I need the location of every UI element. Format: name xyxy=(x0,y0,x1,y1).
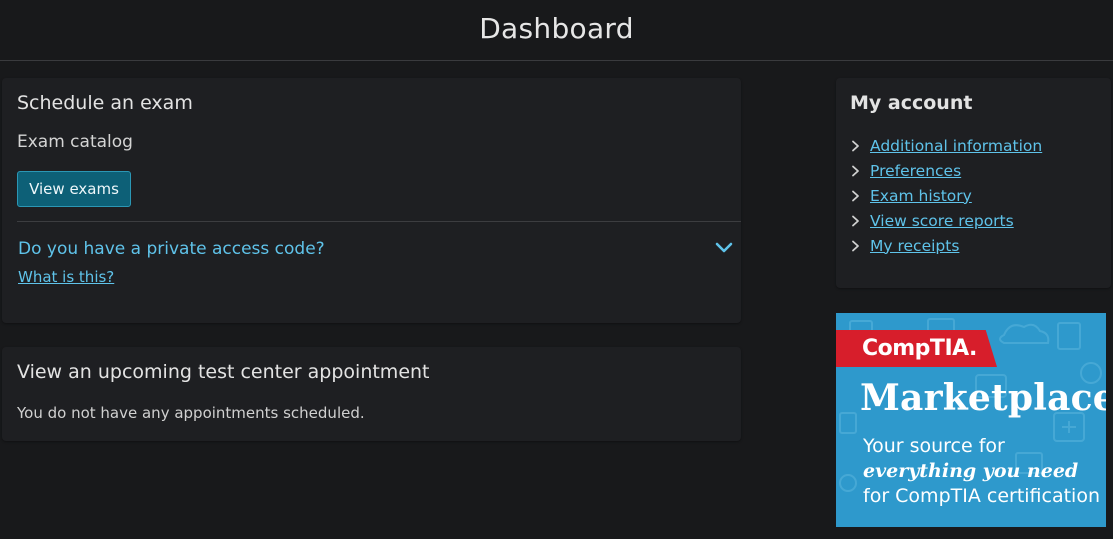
page-title: Dashboard xyxy=(479,11,634,45)
exam-catalog-label: Exam catalog xyxy=(17,132,133,152)
chevron-right-icon xyxy=(852,190,859,201)
chevron-right-icon xyxy=(852,140,859,151)
no-appointments-text: You do not have any appointments schedul… xyxy=(17,404,365,422)
list-item: My receipts xyxy=(850,233,1042,258)
what-is-this-link[interactable]: What is this? xyxy=(18,268,114,286)
schedule-exam-title: Schedule an exam xyxy=(17,92,193,114)
view-score-reports-link[interactable]: View score reports xyxy=(870,212,1014,230)
list-item: Preferences xyxy=(850,158,1042,183)
chevron-right-icon xyxy=(852,240,859,251)
additional-information-link[interactable]: Additional information xyxy=(870,137,1042,155)
list-item: Additional information xyxy=(850,133,1042,158)
private-access-code-toggle[interactable]: Do you have a private access code? xyxy=(18,239,733,265)
ad-tagline-line1: Your source for xyxy=(863,435,1005,457)
schedule-exam-panel: Schedule an exam Exam catalog View exams… xyxy=(2,78,741,323)
comptia-marketplace-ad[interactable]: CompTIA. Marketplace Your source for eve… xyxy=(836,313,1106,527)
ad-title: Marketplace xyxy=(860,377,1106,419)
view-exams-button[interactable]: View exams xyxy=(17,171,131,207)
my-account-panel: My account Additional information Prefer… xyxy=(836,78,1111,288)
upcoming-appointment-panel: View an upcoming test center appointment… xyxy=(2,347,741,441)
private-access-code-question: Do you have a private access code? xyxy=(18,239,325,259)
comptia-logo: CompTIA. xyxy=(836,330,997,367)
list-item: Exam history xyxy=(850,183,1042,208)
chevron-right-icon xyxy=(852,165,859,176)
upcoming-appointment-title: View an upcoming test center appointment xyxy=(17,361,430,383)
my-receipts-link[interactable]: My receipts xyxy=(870,237,959,255)
chevron-down-icon[interactable] xyxy=(715,241,733,255)
ad-tagline-line2: everything you need xyxy=(863,460,1079,482)
page-header: Dashboard xyxy=(0,0,1113,61)
account-links-list: Additional information Preferences Exam … xyxy=(850,133,1042,258)
exam-history-link[interactable]: Exam history xyxy=(870,187,972,205)
preferences-link[interactable]: Preferences xyxy=(870,162,961,180)
ad-tagline-line3: for CompTIA certification xyxy=(863,485,1100,507)
list-item: View score reports xyxy=(850,208,1042,233)
chevron-right-icon xyxy=(852,215,859,226)
my-account-title: My account xyxy=(850,92,973,114)
divider xyxy=(17,221,741,222)
